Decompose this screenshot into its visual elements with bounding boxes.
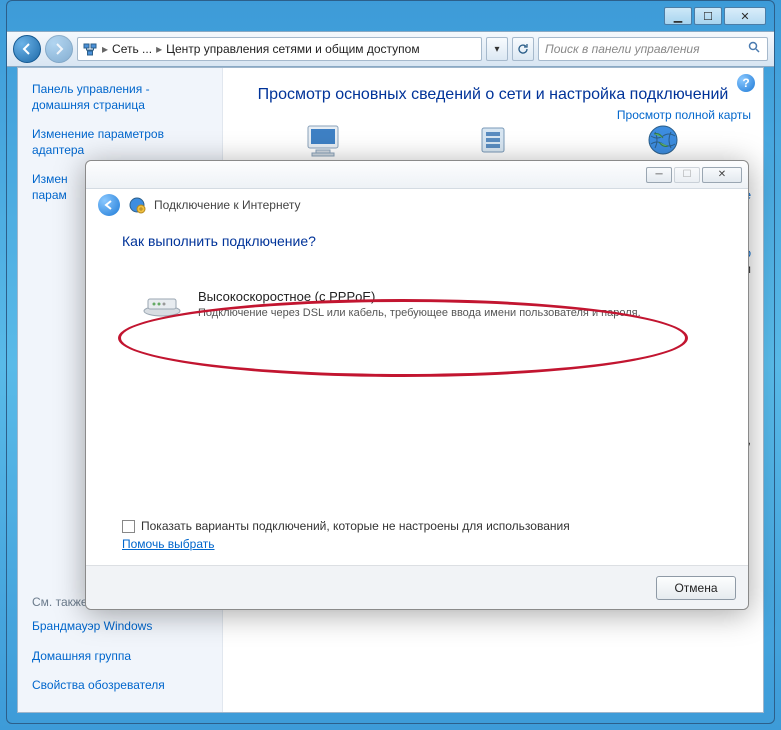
close-icon: ✕ [740,10,749,23]
option-pppoe[interactable]: Высокоскоростное (с PPPoE) Подключение ч… [130,279,704,331]
modem-icon [142,289,182,317]
breadcrumb-separator-icon: ▸ [156,42,162,56]
dialog-footer-options: Показать варианты подключений, которые н… [86,519,748,565]
dialog-title: Подключение к Интернету [154,198,301,212]
search-input[interactable]: Поиск в панели управления [538,37,768,61]
forward-button[interactable] [45,35,73,63]
connect-to-internet-dialog: ─ ☐ ✕ Подключение к Интернету Как выполн… [85,160,749,610]
maximize-icon: ☐ [683,169,692,180]
address-breadcrumb[interactable]: ▸ Сеть ... ▸ Центр управления сетями и о… [77,37,482,61]
sidebar-adapter-link[interactable]: Изменение параметров адаптера [32,127,208,158]
globe-connect-icon [128,196,146,214]
view-map-link[interactable]: Просмотр полной карты [617,108,751,122]
dialog-close-button[interactable]: ✕ [702,167,742,183]
refresh-icon [517,43,529,55]
minimize-icon: ▁ [674,10,682,23]
help-icon[interactable]: ? [737,74,755,92]
dialog-button-bar: Отмена [86,565,748,609]
search-placeholder: Поиск в панели управления [545,42,700,56]
dialog-back-button[interactable] [98,194,120,216]
arrow-right-icon [53,43,65,55]
dialog-minimize-button[interactable]: ─ [646,167,672,183]
explorer-toolbar: ▸ Сеть ... ▸ Центр управления сетями и о… [7,31,774,67]
sidebar-ie-options-link[interactable]: Свойства обозревателя [32,678,208,694]
sidebar-firewall-link[interactable]: Брандмауэр Windows [32,619,208,635]
dialog-question: Как выполнить подключение? [122,233,712,249]
arrow-left-icon [21,43,33,55]
show-unconfigured-label: Показать варианты подключений, которые н… [141,519,570,533]
search-icon [748,41,761,57]
option-pppoe-desc: Подключение через DSL или кабель, требую… [198,306,641,321]
back-button[interactable] [13,35,41,63]
network-device-icon [472,122,514,160]
breadcrumb-separator-icon: ▸ [102,42,108,56]
sidebar-homegroup-link[interactable]: Домашняя группа [32,649,208,665]
breadcrumb-dropdown-button[interactable]: ▾ [486,37,508,61]
minimize-icon: ─ [655,169,662,180]
globe-icon [642,122,684,160]
network-icon [82,41,98,57]
close-button[interactable]: ✕ [724,7,766,25]
sidebar-home-link[interactable]: Панель управления - домашняя страница [32,82,208,113]
maximize-button[interactable]: ☐ [694,7,722,25]
arrow-left-icon [104,200,114,210]
window-titlebar: ▁ ☐ ✕ [7,1,774,31]
computer-icon [302,122,344,160]
chevron-down-icon: ▾ [494,44,499,55]
help-choose-link[interactable]: Помочь выбрать [122,537,215,551]
checkbox-icon[interactable] [122,520,135,533]
page-title: Просмотр основных сведений о сети и наст… [247,86,739,104]
breadcrumb-network[interactable]: Сеть ... [112,42,152,56]
maximize-icon: ☐ [703,10,713,23]
dialog-body: Как выполнить подключение? Высокоскорост… [86,221,748,519]
dialog-maximize-button: ☐ [674,167,700,183]
close-icon: ✕ [718,169,726,180]
dialog-header: Подключение к Интернету [86,189,748,221]
dialog-titlebar: ─ ☐ ✕ [86,161,748,189]
show-unconfigured-checkbox-row[interactable]: Показать варианты подключений, которые н… [122,519,712,533]
refresh-button[interactable] [512,37,534,61]
cancel-button[interactable]: Отмена [656,576,736,600]
breadcrumb-page[interactable]: Центр управления сетями и общим доступом [166,42,420,56]
option-pppoe-title: Высокоскоростное (с PPPoE) [198,289,641,304]
minimize-button[interactable]: ▁ [664,7,692,25]
